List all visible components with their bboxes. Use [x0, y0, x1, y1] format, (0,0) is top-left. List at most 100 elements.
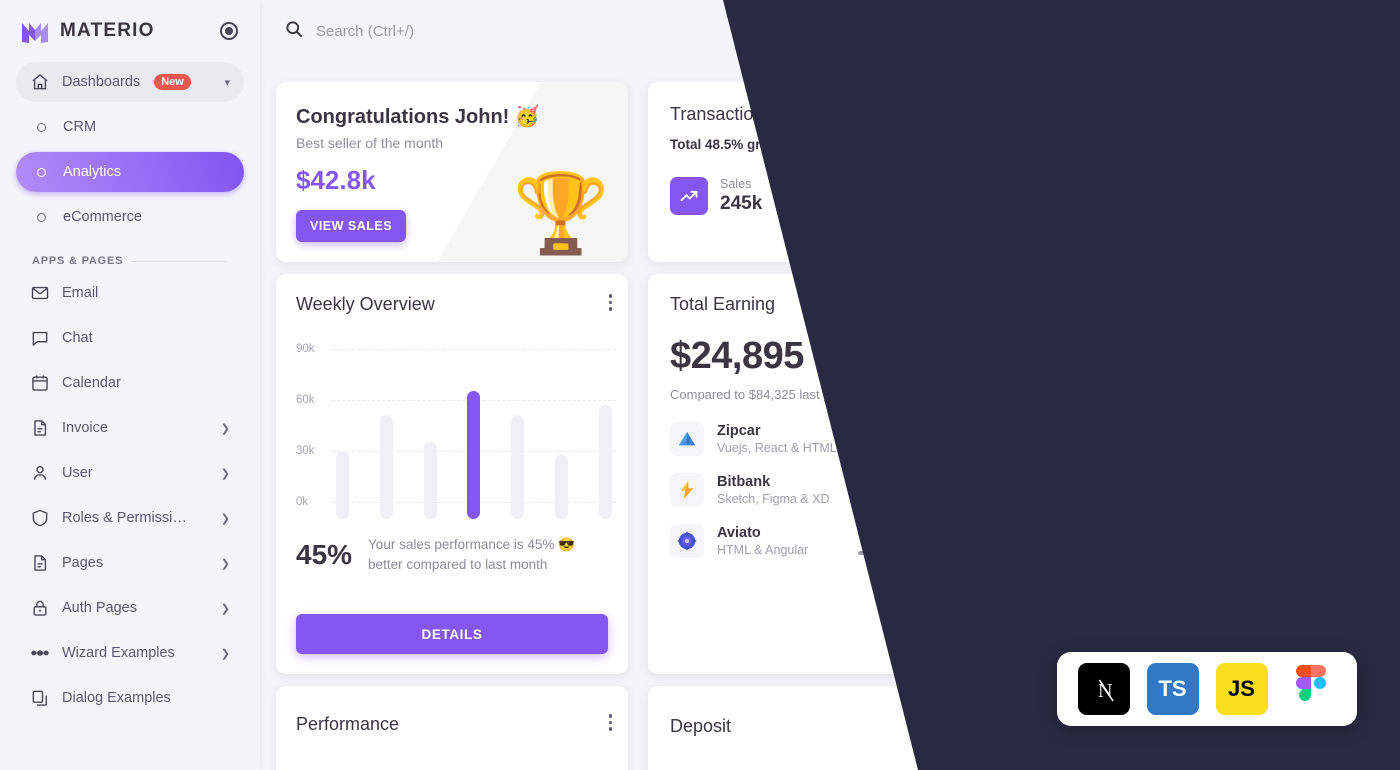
sidebar-item-user[interactable]: User ❯ — [16, 453, 244, 493]
y-tick-30k: 30k — [296, 445, 315, 457]
weekly-profit-percent: +42% — [1304, 394, 1337, 408]
earning-progress — [858, 499, 978, 504]
weekly-bar-chart: 90k 60k 30k 0k — [296, 337, 616, 519]
earning-price: $24,895.65 — [905, 425, 978, 442]
sidebar-item-label: Chat — [62, 330, 93, 346]
theme-toggle-icon[interactable] — [1210, 19, 1234, 43]
sidebar-item-analytics[interactable]: Analytics — [16, 152, 244, 192]
stat-value: $88k — [1178, 193, 1221, 214]
sidebar-item-invoice[interactable]: Invoice ❯ — [16, 408, 244, 448]
javascript-logo[interactable]: JS — [1215, 663, 1268, 715]
chevron-right-icon[interactable]: ❯ — [221, 647, 230, 660]
chevron-right-icon[interactable]: ❯ — [221, 557, 230, 570]
weekly-performance-note: 45% Your sales performance is 45% 😎 bett… — [276, 519, 628, 574]
sunglasses-emoji: 😎 — [795, 137, 813, 152]
person-icon — [30, 463, 50, 483]
congratulations-card: Congratulations John! 🥳 Best seller of t… — [276, 82, 628, 262]
bar-chart-icon — [1226, 292, 1268, 334]
total-earning-card: Total Earning $24,895 10% Compared to $8… — [648, 274, 1000, 674]
sidebar-item-crm[interactable]: CRM — [16, 107, 244, 147]
visitor-bar-1 — [1237, 560, 1247, 630]
header-actions — [1168, 11, 1376, 51]
performance-menu-icon[interactable] — [608, 714, 612, 731]
weekly-overview-menu-icon[interactable] — [608, 294, 612, 311]
total-earning-menu-icon[interactable] — [980, 294, 984, 311]
sidebar-item-label: User — [62, 465, 93, 481]
typescript-logo[interactable]: TS — [1146, 663, 1199, 715]
sidebar-item-email[interactable]: Email — [16, 273, 244, 313]
sidebar-item-dashboards[interactable]: Dashboards New ▾ — [16, 62, 244, 102]
chevron-right-icon[interactable]: ❯ — [221, 602, 230, 615]
sidebar-item-wizard-examples[interactable]: Wizard Examples ❯ — [16, 633, 244, 673]
stat-revenue: Revenue $88k — [1128, 177, 1228, 215]
chevron-down-icon[interactable]: ▾ — [224, 76, 230, 89]
new-project-sub: Yearly Project — [1038, 640, 1118, 655]
bar-Thu — [467, 390, 481, 519]
brand[interactable]: MATERIO — [0, 0, 260, 62]
shield-icon — [30, 508, 50, 528]
stat-label: Revenue — [1178, 177, 1229, 191]
chat-bubble-icon — [30, 328, 50, 348]
search-input[interactable] — [316, 22, 636, 40]
sidebar-item-ecommerce[interactable]: eCommerce — [16, 197, 244, 237]
sidebar-item-dialog-examples[interactable]: Dialog Examples — [16, 678, 244, 718]
sidebar-item-label: Dialog Examples — [62, 690, 171, 706]
list-item[interactable]: Aviato HTML & Angular $1,245.80 — [670, 524, 978, 558]
sidebar-item-pages[interactable]: Pages ❯ — [16, 543, 244, 583]
figma-logo[interactable] — [1284, 663, 1337, 715]
list-item[interactable]: Zipcar Vuejs, React & HTML $24,895.65 — [670, 422, 978, 456]
earning-price: $8,650.20 — [913, 476, 978, 493]
total-earning-amount: $24,895 — [670, 335, 804, 377]
materio-logo-icon — [20, 18, 50, 44]
language-icon[interactable] — [1168, 19, 1192, 43]
stat-value: 12.5k — [864, 193, 912, 214]
transactions-menu-icon[interactable] — [1368, 102, 1372, 119]
nextjs-logo[interactable]: N — [1077, 663, 1130, 715]
new-project-row: 862 -18% — [1020, 592, 1192, 627]
divider — [131, 260, 226, 262]
deposit-view-all[interactable]: View All — [935, 720, 980, 735]
aviato-logo — [670, 524, 704, 558]
bar-series — [336, 354, 612, 519]
sidebar-item-label: Calendar — [62, 375, 121, 391]
visitor-bar-3 — [1289, 560, 1299, 630]
sidebar-item-label: Invoice — [62, 420, 108, 436]
y-tick-0k: 0k — [296, 496, 309, 508]
sidebar-item-label: Pages — [62, 555, 104, 571]
total-earning-growth: 10% — [813, 349, 854, 364]
transactions-period: this month — [816, 137, 879, 152]
list-item[interactable]: Bitbank Sketch, Figma & XD $8,650.20 — [670, 473, 978, 507]
devices-icon — [976, 177, 1015, 215]
stat-label: Products — [1026, 177, 1077, 191]
view-sales-button[interactable]: VIEW SALES — [296, 210, 407, 242]
new-project-menu-icon[interactable] — [1172, 516, 1176, 533]
stat-products: Products 1.54k — [976, 177, 1077, 215]
apps-grid-icon[interactable] — [1252, 19, 1276, 43]
user-avatar[interactable] — [1336, 11, 1376, 51]
chevron-right-icon[interactable]: ❯ — [221, 512, 230, 525]
details-button[interactable]: DETAILS — [296, 614, 608, 654]
collapse-radio-icon[interactable] — [220, 22, 238, 40]
earning-tech: Vuejs, React & HTML — [717, 441, 837, 455]
weekly-profit-sub: Weekly Profit — [1226, 425, 1303, 440]
chevron-right-icon[interactable]: ❯ — [221, 467, 230, 480]
weekly-profit-menu-icon[interactable] — [1360, 294, 1364, 311]
dollar-icon — [1128, 177, 1167, 215]
growth-value: 10% — [827, 349, 854, 364]
sidebar-item-auth-pages[interactable]: Auth Pages ❯ — [16, 588, 244, 628]
search-bar[interactable] — [284, 19, 636, 44]
weekly-overview-card: Weekly Overview 90k 60k 30k 0k 45% Your … — [276, 274, 628, 674]
stat-customers: Customers 12.5k — [814, 177, 925, 215]
bar-Sun — [598, 405, 612, 519]
earning-price: $1,245.80 — [913, 527, 978, 544]
document-icon — [30, 553, 50, 573]
earning-right: $8,650.20 — [858, 477, 978, 504]
visitors-card: 2,856 — [1208, 496, 1380, 674]
notifications-bell-icon[interactable] — [1294, 18, 1320, 43]
sidebar-item-chat[interactable]: Chat — [16, 318, 244, 358]
sidebar-item-calendar[interactable]: Calendar — [16, 363, 244, 403]
zipcar-logo — [670, 422, 704, 456]
sidebar-item-roles-permissions[interactable]: Roles & Permissi… ❯ — [16, 498, 244, 538]
y-tick-60k: 60k — [296, 394, 315, 406]
chevron-right-icon[interactable]: ❯ — [221, 422, 230, 435]
